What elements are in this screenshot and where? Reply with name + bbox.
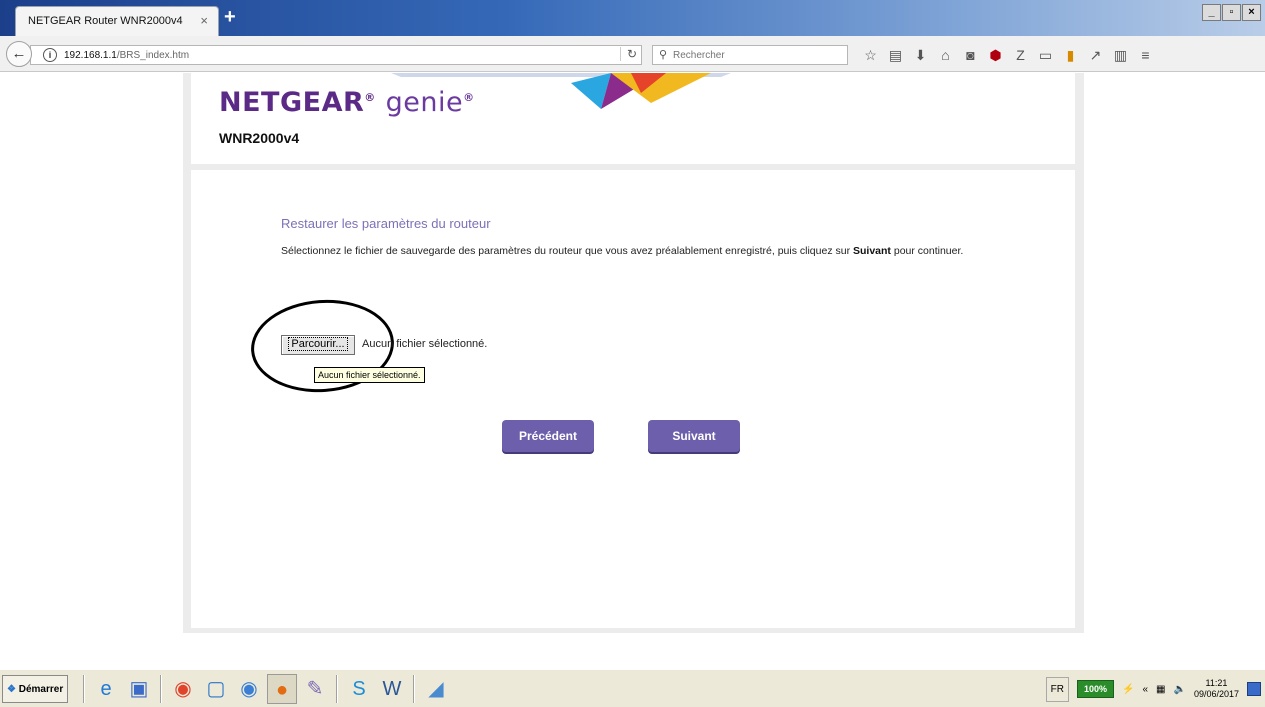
browser-tab[interactable]: NETGEAR Router WNR2000v4 × (15, 6, 219, 36)
volume-icon[interactable]: 🔈 (1174, 684, 1186, 695)
home-icon[interactable]: ⌂ (933, 46, 958, 64)
tray-expand-icon[interactable]: « (1142, 684, 1148, 695)
page-title: Restaurer les paramètres du routeur (281, 216, 491, 231)
browser-title-bar: NETGEAR Router WNR2000v4 × + _ ▫ × (0, 0, 1265, 36)
paint-icon[interactable]: ✎ (300, 674, 330, 704)
firefox-icon[interactable]: ● (267, 674, 297, 704)
taskbar-separator (160, 675, 162, 703)
instructions-text: Sélectionnez le fichier de sauvegarde de… (281, 245, 1001, 257)
router-ui-frame: NETGEAR® genie® WNR2000v4 Restaurer les … (183, 73, 1084, 633)
taskbar-separator (83, 675, 85, 703)
chromium-icon[interactable]: ◉ (234, 674, 264, 704)
web-page: NETGEAR® genie® WNR2000v4 Restaurer les … (0, 73, 1265, 668)
page-header: NETGEAR® genie® WNR2000v4 (191, 73, 1075, 164)
page-menu-icon[interactable]: ▭ (1033, 46, 1058, 64)
file-explorer-icon[interactable]: ▣ (124, 674, 154, 704)
reload-icon[interactable]: ↻ (619, 47, 637, 61)
language-indicator[interactable]: FR (1045, 676, 1069, 702)
file-status-text: Aucun fichier sélectionné. (362, 338, 488, 350)
tab-close-icon[interactable]: × (200, 13, 208, 28)
minimize-button[interactable]: _ (1202, 4, 1221, 21)
download-icon[interactable]: ⬇ (908, 46, 933, 64)
search-bar[interactable]: ⚲ (652, 45, 848, 65)
router-model: WNR2000v4 (219, 130, 300, 146)
internet-explorer-icon[interactable]: e (91, 674, 121, 704)
taskbar: ❖ Démarrer e ▣ ◉ ▢ ◉ ● ✎ S W ◢ FR 100% ⚡… (0, 669, 1265, 707)
content-panel: Restaurer les paramètres du routeur Séle… (191, 170, 1075, 628)
pocket-icon[interactable]: ◙ (958, 46, 983, 64)
hamburger-menu-icon[interactable]: ≡ (1133, 46, 1158, 64)
url-host: 192.168.1.1 (64, 50, 117, 61)
search-input[interactable] (673, 47, 843, 63)
network-icon[interactable]: ▦ (1156, 684, 1165, 695)
browse-button-label: Parcourir... (288, 337, 348, 351)
zotero-icon[interactable]: Z (1008, 46, 1033, 64)
tooltip: Aucun fichier sélectionné. (314, 367, 425, 383)
browse-button[interactable]: Parcourir... (281, 335, 355, 355)
power-plug-icon[interactable]: ⚡ (1122, 684, 1134, 695)
address-bar[interactable]: i 192.168.1.1/BRS_index.htm ↻ (30, 45, 642, 65)
url-path: /BRS_index.htm (116, 50, 190, 61)
url-text[interactable]: 192.168.1.1/BRS_index.htm (64, 50, 189, 61)
window-controls: _ ▫ × (1202, 4, 1261, 21)
skype-icon[interactable]: S (344, 674, 374, 704)
taskbar-separator (413, 675, 415, 703)
new-tab-button[interactable]: + (224, 7, 244, 27)
bookmark-star-icon[interactable]: ☆ (858, 46, 883, 64)
battery-indicator[interactable]: 100% (1077, 680, 1115, 698)
clock-time: 11:21 (1205, 678, 1228, 688)
start-button[interactable]: ❖ Démarrer (2, 675, 68, 703)
outlook-icon[interactable]: ▢ (201, 674, 231, 704)
instructions-pre: Sélectionnez le fichier de sauvegarde de… (281, 245, 853, 257)
clock-date: 09/06/2017 (1193, 689, 1239, 699)
navigation-toolbar: i 192.168.1.1/BRS_index.htm ↻ ← ⚲ ☆ ▤ ⬇ … (0, 36, 1265, 72)
close-window-button[interactable]: × (1242, 4, 1261, 21)
sidebar-icon[interactable]: ▥ (1108, 46, 1133, 64)
instructions-post: pour continuer. (890, 245, 964, 257)
tab-title: NETGEAR Router WNR2000v4 (28, 15, 183, 27)
previous-button[interactable]: Précédent (502, 420, 594, 452)
logo-graphic (391, 73, 731, 109)
instructions-bold: Suivant (853, 245, 891, 257)
maximize-button[interactable]: ▫ (1222, 4, 1241, 21)
tool-icon[interactable]: ↗ (1083, 46, 1108, 64)
search-icon: ⚲ (659, 49, 668, 61)
app-icon[interactable]: ◢ (421, 674, 451, 704)
ublock-icon[interactable]: ⬢ (983, 46, 1008, 64)
extension-k-icon[interactable]: ▮ (1058, 46, 1083, 64)
back-arrow-icon: ← (11, 45, 27, 62)
site-info-icon[interactable]: i (43, 48, 57, 62)
start-label: Démarrer (18, 684, 64, 695)
reading-list-icon[interactable]: ▤ (883, 46, 908, 64)
brand-name: NETGEAR (219, 87, 365, 118)
system-tray: FR 100% ⚡ « ▦ 🔈 11:21 09/06/2017 (1045, 674, 1261, 704)
toolbar-icons: ☆ ▤ ⬇ ⌂ ◙ ⬢ Z ▭ ▮ ↗ ▥ ≡ (858, 46, 1158, 64)
taskbar-apps: e ▣ ◉ ▢ ◉ ● ✎ S W ◢ (80, 674, 451, 704)
next-button[interactable]: Suivant (648, 420, 740, 452)
chrome-icon[interactable]: ◉ (168, 674, 198, 704)
windows-flag-icon: ❖ (7, 684, 16, 695)
taskbar-separator (336, 675, 338, 703)
word-icon[interactable]: W (377, 674, 407, 704)
back-button[interactable]: ← (6, 41, 32, 67)
clock[interactable]: 11:21 09/06/2017 (1194, 678, 1239, 700)
show-desktop-icon[interactable] (1247, 682, 1261, 696)
